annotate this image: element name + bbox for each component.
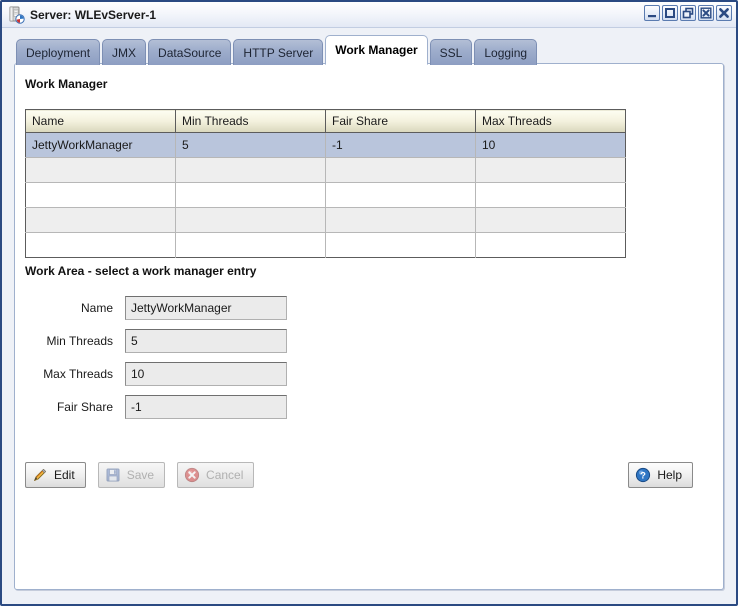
cancel-button[interactable]: Cancel: [177, 462, 255, 488]
help-button-label: Help: [657, 468, 682, 482]
help-button-wrapper: ? Help: [628, 462, 693, 488]
work-manager-table[interactable]: Name Min Threads Fair Share Max Threads …: [25, 109, 626, 258]
minimize-button[interactable]: [644, 5, 660, 21]
table-row[interactable]: [25, 232, 626, 258]
table-row[interactable]: [25, 207, 626, 233]
table-row[interactable]: [25, 182, 626, 208]
tab-content-panel: Work Manager Name Min Threads Fair Share…: [14, 63, 724, 590]
cell-name: [25, 182, 176, 208]
tab-label: DataSource: [158, 45, 222, 60]
tab-ssl[interactable]: SSL: [429, 39, 473, 65]
cell-max-threads: [475, 157, 626, 183]
tab-http-server[interactable]: HTTP Server: [233, 39, 324, 65]
label-fair-share: Fair Share: [56, 400, 113, 414]
window-title: Server: WLEvServer-1: [30, 7, 157, 22]
cell-max-threads: 10: [475, 132, 626, 158]
cell-max-threads: [475, 232, 626, 258]
min-threads-field[interactable]: [125, 329, 287, 353]
tab-label: Deployment: [26, 45, 91, 60]
column-header-fair-share[interactable]: Fair Share: [325, 109, 476, 133]
max-threads-field[interactable]: [125, 362, 287, 386]
work-area-heading: Work Area - select a work manager entry: [25, 264, 257, 278]
tab-deployment[interactable]: Deployment: [16, 39, 101, 65]
action-button-row: Edit Save Cancel: [25, 462, 255, 488]
cell-name: [25, 232, 176, 258]
fair-share-field[interactable]: [125, 395, 287, 419]
pencil-icon: [32, 467, 48, 483]
cell-fair-share: [325, 207, 476, 233]
tab-label: Logging: [484, 45, 528, 60]
cell-name: JettyWorkManager: [25, 132, 176, 158]
form-row-max-threads: Max Threads: [25, 362, 425, 386]
help-button[interactable]: ? Help: [628, 462, 693, 488]
form-row-name: Name: [25, 296, 425, 320]
save-button-label: Save: [126, 468, 155, 482]
cell-name: [25, 157, 176, 183]
label-min-threads: Min Threads: [46, 334, 113, 348]
cell-min-threads: [175, 207, 326, 233]
tab-bar: Deployment JMX DataSource HTTP Server Wo…: [16, 35, 539, 65]
tab-work-manager[interactable]: Work Manager: [325, 35, 428, 65]
column-header-min-threads[interactable]: Min Threads: [175, 109, 326, 133]
work-manager-form: Name Min Threads Max Threads Fair Share: [25, 296, 425, 428]
table-row[interactable]: [25, 157, 626, 183]
edit-button-label: Edit: [54, 468, 75, 482]
floppy-disk-icon: [105, 467, 121, 483]
help-circle-icon: ?: [635, 467, 651, 483]
cancel-button-label: Cancel: [206, 468, 244, 482]
cancel-circle-icon: [184, 467, 200, 483]
title-bar: Server: WLEvServer-1: [2, 2, 736, 28]
label-max-threads: Max Threads: [43, 367, 113, 381]
form-row-fair-share: Fair Share: [25, 395, 425, 419]
column-header-max-threads[interactable]: Max Threads: [475, 109, 626, 133]
cell-name: [25, 207, 176, 233]
application-window: Server: WLEvServer-1 Deployment JMX Data…: [0, 0, 738, 606]
save-button[interactable]: Save: [97, 462, 166, 488]
tab-datasource[interactable]: DataSource: [148, 39, 232, 65]
cell-fair-share: [325, 157, 476, 183]
table-header-row: Name Min Threads Fair Share Max Threads: [25, 109, 626, 133]
cell-fair-share: [325, 232, 476, 258]
cell-min-threads: [175, 182, 326, 208]
tab-logging[interactable]: Logging: [474, 39, 538, 65]
cell-fair-share: [325, 182, 476, 208]
tab-label: Work Manager: [335, 43, 418, 57]
edit-button[interactable]: Edit: [25, 462, 86, 488]
cell-min-threads: [175, 232, 326, 258]
cell-fair-share: -1: [325, 132, 476, 158]
tab-label: JMX: [112, 45, 137, 60]
close-document-button[interactable]: [698, 5, 714, 21]
server-icon: [6, 5, 26, 25]
name-field[interactable]: [125, 296, 287, 320]
restore-button[interactable]: [680, 5, 696, 21]
table-row[interactable]: JettyWorkManager 5 -1 10: [25, 132, 626, 158]
work-manager-heading: Work Manager: [25, 77, 108, 91]
close-button[interactable]: [716, 5, 732, 21]
tab-label: HTTP Server: [243, 45, 314, 60]
window-controls: [644, 5, 732, 21]
label-name: Name: [80, 301, 113, 315]
tab-label: SSL: [439, 45, 463, 60]
svg-text:?: ?: [640, 471, 646, 482]
cell-min-threads: 5: [175, 132, 326, 158]
tab-jmx[interactable]: JMX: [102, 39, 147, 65]
maximize-button[interactable]: [662, 5, 678, 21]
cell-max-threads: [475, 182, 626, 208]
cell-max-threads: [475, 207, 626, 233]
column-header-name[interactable]: Name: [25, 109, 176, 133]
cell-min-threads: [175, 157, 326, 183]
form-row-min-threads: Min Threads: [25, 329, 425, 353]
